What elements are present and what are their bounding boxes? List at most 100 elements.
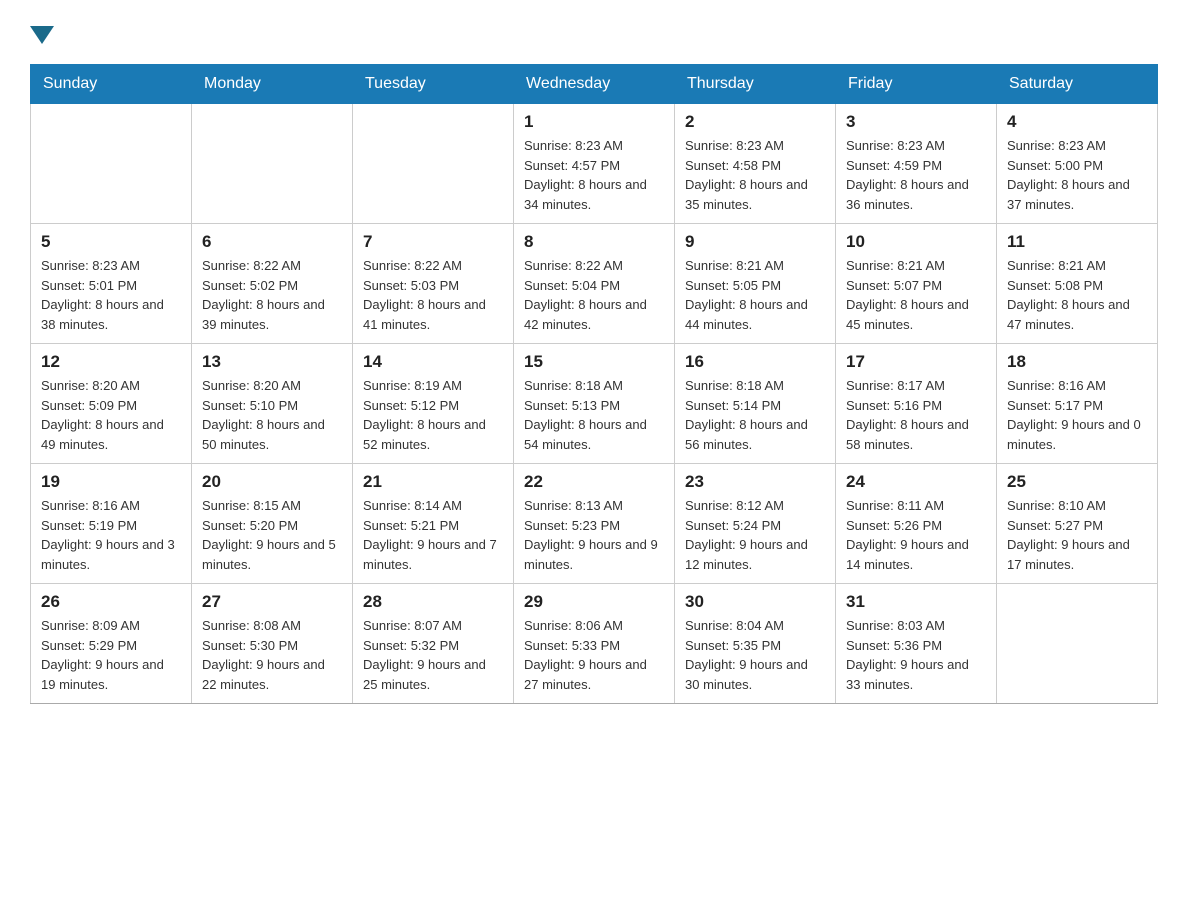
day-header-tuesday: Tuesday (353, 65, 514, 104)
day-info: Sunrise: 8:04 AM Sunset: 5:35 PM Dayligh… (685, 616, 825, 694)
day-number: 18 (1007, 352, 1147, 372)
day-info: Sunrise: 8:15 AM Sunset: 5:20 PM Dayligh… (202, 496, 342, 574)
day-number: 12 (41, 352, 181, 372)
calendar-cell: 7 Sunrise: 8:22 AM Sunset: 5:03 PM Daylig… (353, 224, 514, 344)
day-number: 31 (846, 592, 986, 612)
calendar-cell: 21Sunrise: 8:14 AM Sunset: 5:21 PM Dayli… (353, 464, 514, 584)
day-header-thursday: Thursday (675, 65, 836, 104)
calendar-cell: 30Sunrise: 8:04 AM Sunset: 5:35 PM Dayli… (675, 584, 836, 704)
day-info: Sunrise: 8:08 AM Sunset: 5:30 PM Dayligh… (202, 616, 342, 694)
day-info: Sunrise: 8:16 AM Sunset: 5:17 PM Dayligh… (1007, 376, 1147, 454)
calendar-cell: 17 Sunrise: 8:17 AM Sunset: 5:16 PM Dayli… (836, 344, 997, 464)
day-number: 29 (524, 592, 664, 612)
calendar-cell (192, 104, 353, 224)
calendar-cell: 25 Sunrise: 8:10 AM Sunset: 5:27 PM Dayli… (997, 464, 1158, 584)
day-number: 27 (202, 592, 342, 612)
day-info: Sunrise: 8:09 AM Sunset: 5:29 PM Dayligh… (41, 616, 181, 694)
day-info: Sunrise: 8:21 AM Sunset: 5:05 PM Dayligh… (685, 256, 825, 334)
calendar-cell: 15 Sunrise: 8:18 AM Sunset: 5:13 PM Dayli… (514, 344, 675, 464)
calendar-cell: 8 Sunrise: 8:22 AM Sunset: 5:04 PM Daylig… (514, 224, 675, 344)
day-number: 4 (1007, 112, 1147, 132)
calendar-cell: 24 Sunrise: 8:11 AM Sunset: 5:26 PM Dayli… (836, 464, 997, 584)
day-info: Sunrise: 8:10 AM Sunset: 5:27 PM Dayligh… (1007, 496, 1147, 574)
day-info: Sunrise: 8:14 AM Sunset: 5:21 PM Dayligh… (363, 496, 503, 574)
day-number: 7 (363, 232, 503, 252)
day-info: Sunrise: 8:17 AM Sunset: 5:16 PM Dayligh… (846, 376, 986, 454)
calendar-week-3: 12 Sunrise: 8:20 AM Sunset: 5:09 PM Dayli… (31, 344, 1158, 464)
day-number: 13 (202, 352, 342, 372)
day-number: 3 (846, 112, 986, 132)
day-info: Sunrise: 8:18 AM Sunset: 5:14 PM Dayligh… (685, 376, 825, 454)
day-info: Sunrise: 8:23 AM Sunset: 5:00 PM Dayligh… (1007, 136, 1147, 214)
day-number: 25 (1007, 472, 1147, 492)
day-number: 11 (1007, 232, 1147, 252)
day-info: Sunrise: 8:23 AM Sunset: 4:58 PM Dayligh… (685, 136, 825, 214)
calendar-cell: 28 Sunrise: 8:07 AM Sunset: 5:32 PM Dayli… (353, 584, 514, 704)
day-number: 14 (363, 352, 503, 372)
day-info: Sunrise: 8:03 AM Sunset: 5:36 PM Dayligh… (846, 616, 986, 694)
calendar-cell: 20 Sunrise: 8:15 AM Sunset: 5:20 PM Dayli… (192, 464, 353, 584)
day-number: 1 (524, 112, 664, 132)
calendar-cell: 19 Sunrise: 8:16 AM Sunset: 5:19 PM Dayli… (31, 464, 192, 584)
calendar-cell (31, 104, 192, 224)
day-number: 15 (524, 352, 664, 372)
day-info: Sunrise: 8:21 AM Sunset: 5:08 PM Dayligh… (1007, 256, 1147, 334)
day-number: 17 (846, 352, 986, 372)
day-info: Sunrise: 8:23 AM Sunset: 4:57 PM Dayligh… (524, 136, 664, 214)
calendar-cell: 16Sunrise: 8:18 AM Sunset: 5:14 PM Dayli… (675, 344, 836, 464)
calendar-cell: 6 Sunrise: 8:22 AM Sunset: 5:02 PM Daylig… (192, 224, 353, 344)
day-info: Sunrise: 8:13 AM Sunset: 5:23 PM Dayligh… (524, 496, 664, 574)
calendar-week-1: 1 Sunrise: 8:23 AM Sunset: 4:57 PM Daylig… (31, 104, 1158, 224)
calendar-week-2: 5 Sunrise: 8:23 AM Sunset: 5:01 PM Daylig… (31, 224, 1158, 344)
calendar-cell: 26Sunrise: 8:09 AM Sunset: 5:29 PM Dayli… (31, 584, 192, 704)
day-info: Sunrise: 8:22 AM Sunset: 5:02 PM Dayligh… (202, 256, 342, 334)
day-info: Sunrise: 8:21 AM Sunset: 5:07 PM Dayligh… (846, 256, 986, 334)
calendar-cell (997, 584, 1158, 704)
day-number: 5 (41, 232, 181, 252)
day-number: 20 (202, 472, 342, 492)
day-number: 23 (685, 472, 825, 492)
calendar-cell: 2Sunrise: 8:23 AM Sunset: 4:58 PM Daylig… (675, 104, 836, 224)
day-info: Sunrise: 8:11 AM Sunset: 5:26 PM Dayligh… (846, 496, 986, 574)
day-info: Sunrise: 8:19 AM Sunset: 5:12 PM Dayligh… (363, 376, 503, 454)
day-number: 6 (202, 232, 342, 252)
day-info: Sunrise: 8:20 AM Sunset: 5:09 PM Dayligh… (41, 376, 181, 454)
day-header-friday: Friday (836, 65, 997, 104)
day-info: Sunrise: 8:07 AM Sunset: 5:32 PM Dayligh… (363, 616, 503, 694)
calendar-cell: 14 Sunrise: 8:19 AM Sunset: 5:12 PM Dayli… (353, 344, 514, 464)
day-info: Sunrise: 8:16 AM Sunset: 5:19 PM Dayligh… (41, 496, 181, 574)
day-info: Sunrise: 8:23 AM Sunset: 5:01 PM Dayligh… (41, 256, 181, 334)
page-header (30, 20, 1158, 44)
day-info: Sunrise: 8:23 AM Sunset: 4:59 PM Dayligh… (846, 136, 986, 214)
day-number: 22 (524, 472, 664, 492)
day-number: 24 (846, 472, 986, 492)
calendar-cell: 22 Sunrise: 8:13 AM Sunset: 5:23 PM Dayli… (514, 464, 675, 584)
calendar-cell: 23 Sunrise: 8:12 AM Sunset: 5:24 PM Dayli… (675, 464, 836, 584)
logo (30, 20, 54, 44)
day-info: Sunrise: 8:18 AM Sunset: 5:13 PM Dayligh… (524, 376, 664, 454)
calendar-table: SundayMondayTuesdayWednesdayThursdayFrid… (30, 64, 1158, 704)
day-number: 9 (685, 232, 825, 252)
day-info: Sunrise: 8:22 AM Sunset: 5:03 PM Dayligh… (363, 256, 503, 334)
calendar-cell: 9 Sunrise: 8:21 AM Sunset: 5:05 PM Daylig… (675, 224, 836, 344)
day-header-saturday: Saturday (997, 65, 1158, 104)
day-header-wednesday: Wednesday (514, 65, 675, 104)
calendar-cell: 31 Sunrise: 8:03 AM Sunset: 5:36 PM Dayli… (836, 584, 997, 704)
logo-arrow-icon (30, 26, 54, 44)
calendar-cell: 1 Sunrise: 8:23 AM Sunset: 4:57 PM Daylig… (514, 104, 675, 224)
calendar-cell: 11 Sunrise: 8:21 AM Sunset: 5:08 PM Dayli… (997, 224, 1158, 344)
day-info: Sunrise: 8:20 AM Sunset: 5:10 PM Dayligh… (202, 376, 342, 454)
calendar-cell: 10 Sunrise: 8:21 AM Sunset: 5:07 PM Dayli… (836, 224, 997, 344)
day-header-monday: Monday (192, 65, 353, 104)
day-number: 28 (363, 592, 503, 612)
day-info: Sunrise: 8:06 AM Sunset: 5:33 PM Dayligh… (524, 616, 664, 694)
day-number: 8 (524, 232, 664, 252)
calendar-cell: 18 Sunrise: 8:16 AM Sunset: 5:17 PM Dayli… (997, 344, 1158, 464)
day-number: 19 (41, 472, 181, 492)
day-info: Sunrise: 8:22 AM Sunset: 5:04 PM Dayligh… (524, 256, 664, 334)
calendar-cell: 12 Sunrise: 8:20 AM Sunset: 5:09 PM Dayli… (31, 344, 192, 464)
calendar-header-row: SundayMondayTuesdayWednesdayThursdayFrid… (31, 65, 1158, 104)
day-info: Sunrise: 8:12 AM Sunset: 5:24 PM Dayligh… (685, 496, 825, 574)
calendar-cell (353, 104, 514, 224)
day-number: 10 (846, 232, 986, 252)
